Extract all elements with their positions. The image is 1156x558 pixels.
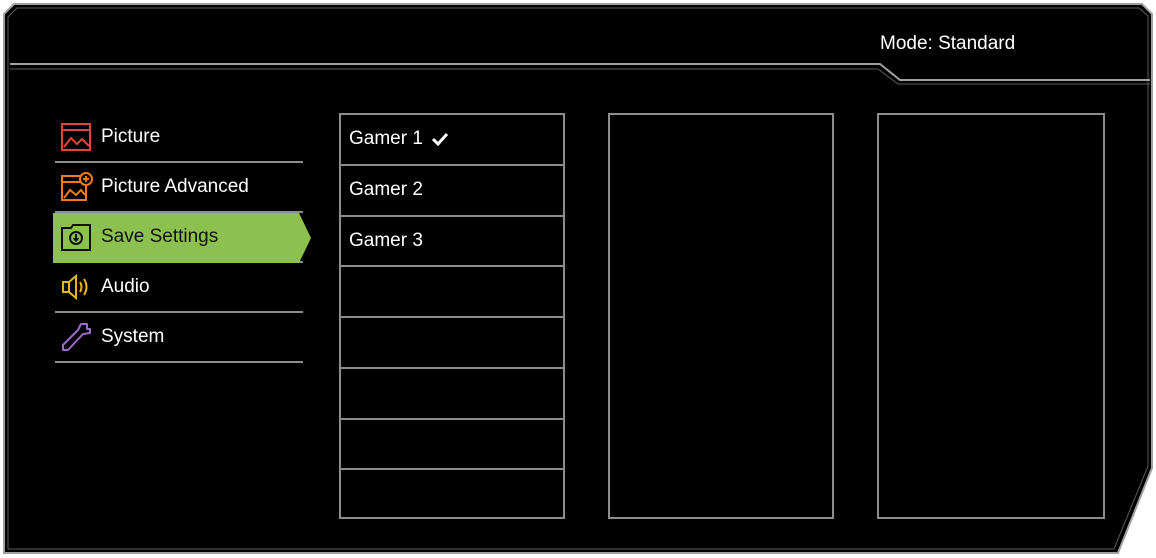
value-panel [877, 113, 1105, 519]
main-menu: Picture Picture Advanced Save Settings A… [53, 113, 315, 363]
menu-item-save-settings[interactable]: Save Settings [53, 213, 311, 263]
menu-item-system[interactable]: System [55, 313, 303, 363]
submenu-item-empty [341, 369, 563, 420]
menu-item-picture-advanced[interactable]: Picture Advanced [55, 163, 303, 213]
menu-item-label: Picture [101, 126, 161, 147]
menu-item-label: Audio [101, 276, 150, 297]
menu-item-audio[interactable]: Audio [55, 263, 303, 313]
audio-icon [59, 270, 93, 304]
options-panel [608, 113, 834, 519]
picture-advanced-icon [59, 170, 93, 204]
submenu-item-empty [341, 318, 563, 369]
wrench-icon [59, 320, 93, 354]
submenu-item-label: Gamer 1 [349, 128, 423, 150]
submenu-item-empty [341, 470, 563, 521]
menu-item-picture[interactable]: Picture [55, 113, 303, 163]
submenu-item-label: Gamer 3 [349, 229, 423, 251]
submenu-item-gamer-2[interactable]: Gamer 2 [341, 166, 563, 217]
menu-item-label: System [101, 326, 165, 347]
submenu-item-gamer-1[interactable]: Gamer 1 [341, 115, 563, 166]
save-settings-icon [59, 220, 93, 254]
submenu-item-empty [341, 267, 563, 318]
mode-indicator: Mode: Standard [880, 33, 1016, 54]
picture-icon [59, 120, 93, 154]
submenu-item-label: Gamer 2 [349, 179, 423, 201]
submenu-item-empty [341, 420, 563, 471]
save-settings-submenu: Gamer 1 Gamer 2 Gamer 3 [339, 113, 565, 519]
menu-item-label: Picture Advanced [101, 176, 249, 197]
submenu-item-gamer-3[interactable]: Gamer 3 [341, 217, 563, 268]
checkmark-icon [431, 132, 449, 147]
menu-item-label: Save Settings [101, 226, 219, 247]
